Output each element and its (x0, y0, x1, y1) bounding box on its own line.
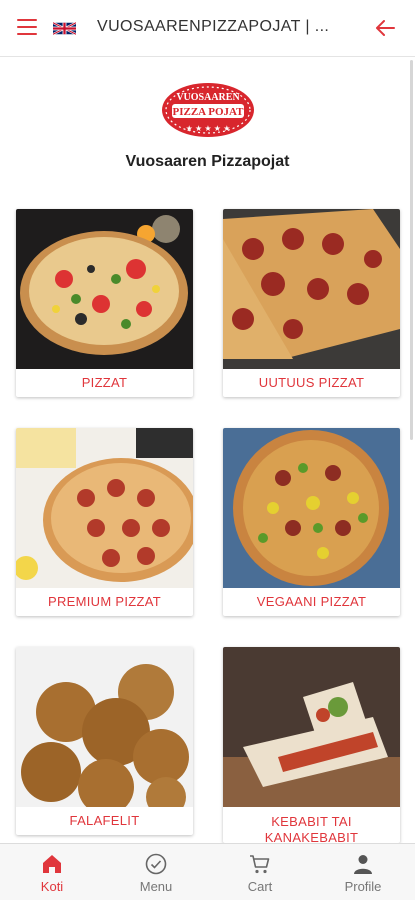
pizza-image (223, 209, 400, 369)
category-label: VEGAANI PIZZAT (256, 594, 367, 609)
svg-text:★ ★ ★ ★ ★: ★ ★ ★ ★ ★ (186, 124, 231, 133)
category-label: FALAFELIT (69, 813, 140, 828)
category-label: PREMIUM PIZZAT (47, 594, 161, 609)
nav-item-koti[interactable]: Koti (0, 844, 104, 900)
logo-text-top: VUOSAAREN (176, 92, 240, 103)
category-label: KEBABIT TAI KANAKEBABIT (264, 814, 359, 843)
category-label: UUTUUS PIZZAT (258, 375, 365, 390)
top-app-bar: VUOSAARENPIZZAPOJAT | ... (0, 0, 415, 57)
check-circle-icon (144, 852, 168, 876)
category-card-uutuus-pizzat[interactable]: UUTUUS PIZZAT (223, 209, 400, 397)
falafel-image (16, 647, 193, 817)
category-card-premium-pizzat[interactable]: PREMIUM PIZZAT (16, 428, 193, 616)
uk-flag-icon[interactable] (53, 21, 76, 36)
restaurant-logo: VUOSAAREN PIZZA POJAT ★ ★ ★ ★ ★ (159, 78, 257, 138)
cart-icon (248, 852, 272, 876)
nav-item-menu[interactable]: Menu (104, 844, 208, 900)
restaurant-name: Vuosaaren Pizzapojat (125, 153, 290, 170)
nav-label: Menu (139, 879, 173, 894)
home-icon (40, 852, 64, 876)
app-screen: VUOSAARENPIZZAPOJAT | ... VUOSAAREN PIZZ… (0, 0, 415, 900)
category-card-vegaani-pizzat[interactable]: VEGAANI PIZZAT (223, 428, 400, 616)
nav-item-profile[interactable]: Profile (311, 844, 415, 900)
category-card-falafelit[interactable]: FALAFELIT (16, 647, 193, 835)
page-title: VUOSAARENPIZZAPOJAT | ... (97, 18, 330, 35)
logo-text-bottom: PIZZA POJAT (172, 106, 244, 118)
bottom-navigation: Koti Menu Cart Profile (0, 843, 415, 900)
hamburger-icon[interactable] (17, 19, 37, 37)
user-icon (351, 852, 375, 876)
wrap-image (223, 647, 400, 807)
pizza-image (16, 209, 193, 369)
pizza-image (223, 428, 400, 588)
category-card-pizzat[interactable]: PIZZAT (16, 209, 193, 397)
nav-item-cart[interactable]: Cart (208, 844, 312, 900)
nav-label: Koti (40, 879, 64, 894)
nav-label: Cart (247, 879, 273, 894)
arrow-left-icon[interactable] (374, 18, 396, 38)
category-card-kebabit[interactable]: KEBABIT TAI KANAKEBABIT (223, 647, 400, 843)
category-label: PIZZAT (81, 375, 128, 390)
nav-label: Profile (344, 879, 382, 894)
scrollbar-thumb[interactable] (410, 60, 413, 440)
pizza-image (16, 428, 193, 588)
